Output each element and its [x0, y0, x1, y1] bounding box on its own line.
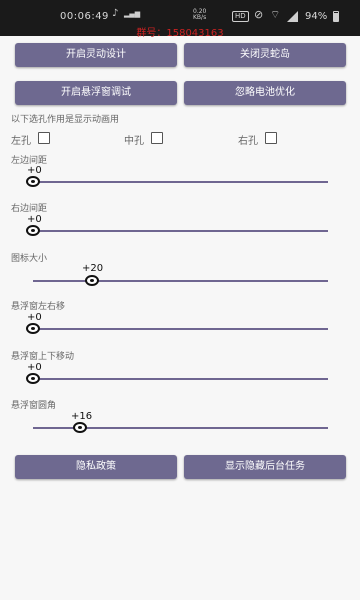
ignore-battery-optimization-button[interactable]: 忽略电池优化: [184, 81, 346, 105]
right-spacing-label: 右边间距: [11, 204, 48, 214]
float-corner-value: +16: [71, 411, 93, 422]
middle-hole-label: 中孔: [124, 136, 144, 147]
close-snake-island-button[interactable]: 关闭灵蛇岛: [184, 43, 346, 67]
tiktok-icon: ♪: [112, 8, 119, 19]
left-hole-checkbox[interactable]: [38, 132, 50, 144]
float-vertical-value: +0: [27, 362, 42, 373]
privacy-policy-button[interactable]: 隐私政策: [15, 455, 177, 479]
status-time: 00:06:49: [60, 11, 109, 22]
left-spacing-thumb[interactable]: [26, 176, 40, 187]
left-spacing-track[interactable]: [33, 181, 328, 183]
show-hide-background-tasks-button[interactable]: 显示隐藏后台任务: [184, 455, 346, 479]
right-spacing-thumb[interactable]: [26, 225, 40, 236]
left-hole-label: 左孔: [11, 136, 31, 147]
icon-size-track[interactable]: [33, 280, 328, 282]
enable-float-debug-button[interactable]: 开启悬浮窗调试: [15, 81, 177, 105]
hole-section-description: 以下选孔作用是显示动画用: [11, 115, 120, 125]
group-number: 群号：158043163: [136, 28, 224, 39]
float-vertical-track[interactable]: [33, 378, 328, 380]
float-horizontal-track[interactable]: [33, 328, 328, 330]
battery-percent: 94%: [305, 11, 328, 22]
float-horizontal-label: 悬浮窗左右移: [11, 302, 66, 312]
icon-size-label: 图标大小: [11, 254, 48, 264]
battery-icon: [333, 11, 339, 22]
signal-icon: [287, 11, 298, 22]
enable-dynamic-design-button[interactable]: 开启灵动设计: [15, 43, 177, 67]
right-hole-checkbox[interactable]: [265, 132, 277, 144]
signal-strength-icon: ▂▄▆: [124, 10, 141, 18]
float-corner-thumb[interactable]: [73, 422, 87, 433]
dnd-icon: ⊘: [254, 8, 264, 21]
float-horizontal-value: +0: [27, 312, 42, 323]
icon-size-thumb[interactable]: [85, 275, 99, 286]
right-hole-label: 右孔: [238, 136, 258, 147]
wifi-icon: ⌔: [270, 8, 281, 21]
float-vertical-thumb[interactable]: [26, 373, 40, 384]
right-spacing-track[interactable]: [33, 230, 328, 232]
hd-icon: HD: [232, 11, 249, 22]
middle-hole-checkbox[interactable]: [151, 132, 163, 144]
float-vertical-label: 悬浮窗上下移动: [11, 352, 75, 362]
icon-size-value: +20: [82, 263, 104, 274]
float-horizontal-thumb[interactable]: [26, 323, 40, 334]
right-spacing-value: +0: [27, 214, 42, 225]
data-speed-icon: 0.20 KB/s: [193, 8, 207, 21]
float-corner-label: 悬浮窗圆角: [11, 401, 57, 411]
left-spacing-value: +0: [27, 165, 42, 176]
